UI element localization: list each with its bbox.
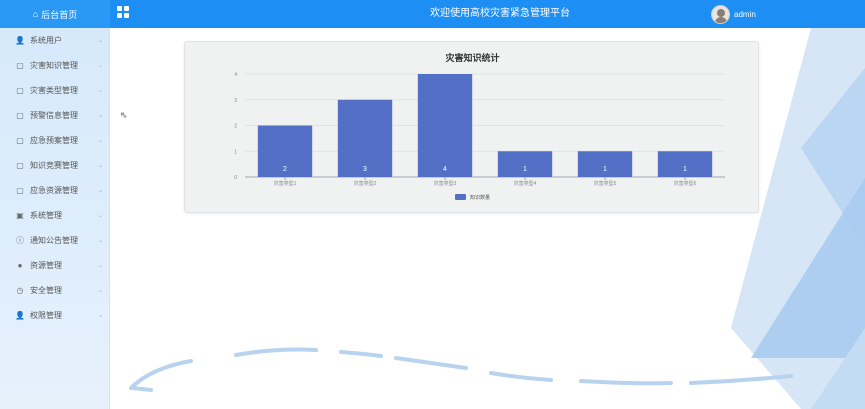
home-icon: ⌂ <box>32 9 39 19</box>
y-tick-label: 0 <box>234 175 237 181</box>
user-menu[interactable]: admin <box>711 4 756 24</box>
x-tick-label: 灾害类型3 <box>434 180 457 187</box>
sidebar-item-knowledge-contest[interactable]: ▢ 知识竞赛管理 ⌄ <box>0 153 109 178</box>
sidebar-item-system-management[interactable]: ▣ 系统管理 ⌄ <box>0 203 109 228</box>
x-tick-label: 灾害类型2 <box>354 180 377 187</box>
sidebar-item-label: 系统管理 <box>30 211 62 220</box>
sidebar-item-label: 知识竞赛管理 <box>30 161 78 170</box>
sidebar-item-emergency-resource[interactable]: ▢ 应急资源管理 ⌄ <box>0 178 109 203</box>
chevron-down-icon: ⌄ <box>98 38 104 44</box>
x-tick-label: 灾害类型4 <box>514 180 537 187</box>
user-icon: 👤 <box>15 36 25 45</box>
document-icon: ▢ <box>16 136 24 145</box>
sidebar-item-resource[interactable]: ● 资源管理 ⌄ <box>0 253 109 278</box>
avatar[interactable] <box>711 4 730 24</box>
sidebar-item-label: 应急预案管理 <box>30 136 78 145</box>
sidebar-item-disaster-type[interactable]: ▢ 灾害类型管理 ⌄ <box>0 78 109 103</box>
sidebar: 👤 系统用户 ⌄ ▢ 灾害知识管理 ⌄ ▢ 灾害类型管理 ⌄ ▢ 预警信息管理 … <box>0 28 110 409</box>
home-label: 后台首页 <box>41 9 78 20</box>
legend-label: 知识数量 <box>470 194 490 201</box>
bar-value-label: 1 <box>603 166 607 173</box>
sidebar-item-emergency-plan[interactable]: ▢ 应急预案管理 ⌄ <box>0 128 109 153</box>
chevron-down-icon: ⌄ <box>98 188 104 194</box>
document-icon: ▢ <box>16 86 24 95</box>
clock-icon: ◷ <box>16 286 24 295</box>
bar-chart: 0 1 2 3 4 2 灾害类型1 3 灾害类型2 4 灾害类型3 1 灾害类型4 1 灾害类型5 1 灾害类型… <box>234 72 725 201</box>
document-icon: ▢ <box>16 111 24 120</box>
sidebar-item-warning-info[interactable]: ▢ 预警信息管理 ⌄ <box>0 103 109 128</box>
chevron-down-icon: ⌄ <box>98 288 104 294</box>
top-bar: ⌂ 后台首页 欢迎使用高校灾害紧急管理平台 admin <box>0 0 865 28</box>
sidebar-item-notice[interactable]: ⓘ 通知公告管理 ⌄ <box>0 228 109 253</box>
sidebar-item-permission[interactable]: 👤 权限管理 ⌄ <box>0 303 109 328</box>
y-tick-label: 1 <box>234 149 237 155</box>
chevron-down-icon: ⌄ <box>98 263 104 269</box>
chart-bar <box>577 151 633 177</box>
chevron-down-icon: ⌄ <box>98 313 104 319</box>
x-tick-label: 灾害类型6 <box>674 180 697 187</box>
chart-bar <box>497 151 553 177</box>
grid-menu-icon[interactable] <box>117 6 129 18</box>
y-tick-label: 2 <box>234 124 237 130</box>
sidebar-item-system-users[interactable]: 👤 系统用户 ⌄ <box>0 28 109 53</box>
home-link[interactable]: ⌂ 后台首页 <box>0 0 110 28</box>
chevron-down-icon: ⌄ <box>98 213 104 219</box>
y-tick-label: 3 <box>234 98 237 104</box>
document-icon: ▢ <box>16 161 24 170</box>
username[interactable]: admin <box>734 10 756 19</box>
sidebar-item-label: 通知公告管理 <box>30 236 78 245</box>
x-tick-label: 灾害类型1 <box>274 180 297 187</box>
sidebar-item-label: 预警信息管理 <box>30 111 78 120</box>
sidebar-item-label: 资源管理 <box>30 261 62 270</box>
chart-bar <box>657 151 713 177</box>
legend-swatch <box>455 194 466 200</box>
image-icon: ▣ <box>16 211 24 220</box>
chevron-down-icon: ⌄ <box>98 238 104 244</box>
info-icon: ⓘ <box>16 236 24 245</box>
chevron-down-icon: ⌄ <box>98 113 104 119</box>
chevron-down-icon: ⌄ <box>98 88 104 94</box>
sidebar-item-label: 灾害知识管理 <box>30 61 78 70</box>
sidebar-item-label: 应急资源管理 <box>30 186 78 195</box>
y-tick-label: 4 <box>234 72 237 78</box>
bar-value-label: 1 <box>523 166 527 173</box>
bar-value-label: 1 <box>683 166 687 173</box>
chevron-down-icon: ⌄ <box>98 63 104 69</box>
bar-value-label: 2 <box>283 166 287 173</box>
app-title: 欢迎使用高校灾害紧急管理平台 <box>430 8 570 19</box>
sidebar-item-label: 灾害类型管理 <box>30 86 78 95</box>
mouse-pointer-icon: ⇖ <box>120 110 128 120</box>
document-icon: ▢ <box>16 61 24 70</box>
chart-bar <box>417 74 473 177</box>
sidebar-item-label: 系统用户 <box>30 36 62 45</box>
user-icon: 👤 <box>15 311 25 320</box>
chevron-down-icon: ⌄ <box>98 138 104 144</box>
chevron-down-icon: ⌄ <box>98 163 104 169</box>
sidebar-item-label: 权限管理 <box>30 311 62 320</box>
bar-value-label: 3 <box>363 166 367 173</box>
document-icon: ▢ <box>16 186 24 195</box>
sidebar-item-security[interactable]: ◷ 安全管理 ⌄ <box>0 278 109 303</box>
x-tick-label: 灾害类型5 <box>594 180 617 187</box>
chart-card: 灾害知识统计 0 1 2 3 4 2 灾害类型1 3 灾害类型2 4 灾害类型3 1 灾害类型4 1 灾害类… <box>184 41 759 213</box>
bar-value-label: 4 <box>443 166 447 173</box>
sidebar-item-label: 安全管理 <box>30 286 62 295</box>
location-icon: ● <box>17 261 23 270</box>
sidebar-item-disaster-knowledge[interactable]: ▢ 灾害知识管理 ⌄ <box>0 53 109 78</box>
